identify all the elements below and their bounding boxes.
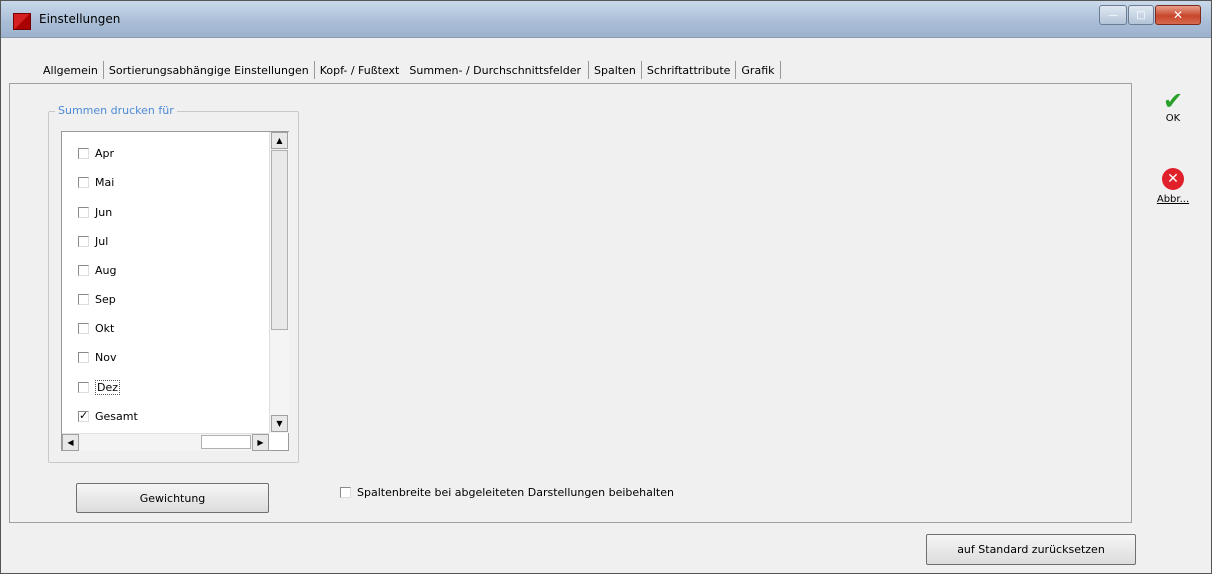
tab-strip: Allgemein Sortierungsabhängige Einstellu… — [39, 59, 782, 81]
item-checkbox[interactable] — [78, 206, 89, 218]
list-item[interactable]: Mai — [78, 174, 114, 190]
keep-column-width-checkbox[interactable] — [340, 487, 351, 498]
tab-divider — [313, 61, 315, 79]
item-label: Sep — [95, 292, 116, 306]
item-checkbox[interactable] — [78, 176, 89, 188]
tab-allgemein[interactable]: Allgemein — [39, 64, 102, 77]
keep-column-width-option[interactable]: Spaltenbreite bei abgeleiteten Darstellu… — [340, 486, 674, 499]
list-item[interactable]: Jun — [78, 204, 112, 220]
item-label: Apr — [95, 146, 115, 160]
item-label: Jun — [95, 205, 113, 219]
list-item[interactable]: Jul — [78, 233, 108, 249]
weighting-button[interactable]: Gewichtung — [76, 483, 269, 513]
item-checkbox[interactable] — [78, 381, 89, 393]
cancel-button[interactable]: ✕ Abbr... — [1151, 168, 1195, 205]
tab-grafik[interactable]: Grafik — [737, 64, 778, 77]
scroll-right-button[interactable]: ▶ — [252, 434, 269, 451]
list-item[interactable]: Sep — [78, 291, 116, 307]
tab-schriftattribute[interactable]: Schriftattribute — [643, 64, 735, 77]
tab-divider — [640, 61, 642, 79]
ok-button[interactable]: ✔ OK — [1151, 89, 1195, 124]
list-item[interactable]: Okt — [78, 320, 114, 336]
tab-summen-durchschnitt[interactable]: Summen- / Durchschnittsfelder — [403, 64, 587, 77]
tab-divider — [588, 61, 590, 79]
ok-label: OK — [1165, 113, 1181, 124]
checkmark-icon: ✔ — [1162, 87, 1184, 115]
item-checkbox[interactable] — [78, 147, 89, 159]
list-item[interactable]: Dez — [78, 379, 121, 395]
item-label: Dez — [95, 379, 121, 395]
scroll-up-button[interactable]: ▲ — [271, 132, 288, 149]
settings-window: Einstellungen — □ ✕ Allgemein Sortierung… — [0, 0, 1212, 574]
list-item[interactable]: Aug — [78, 262, 116, 278]
list-item[interactable]: Gesamt — [78, 408, 138, 424]
item-checkbox[interactable] — [78, 322, 89, 334]
window-title: Einstellungen — [39, 12, 121, 26]
arrow-up-icon: ▲ — [276, 136, 283, 145]
item-label: Aug — [95, 263, 117, 277]
hscroll-thumb[interactable] — [201, 435, 251, 449]
app-icon — [13, 13, 31, 30]
tab-divider — [102, 61, 104, 79]
tab-spalten[interactable]: Spalten — [590, 64, 640, 77]
horizontal-scrollbar[interactable]: ◀ ▶ — [62, 433, 269, 451]
close-button[interactable]: ✕ — [1155, 5, 1201, 25]
minimize-icon: — — [1108, 9, 1118, 21]
arrow-right-icon: ▶ — [257, 438, 264, 447]
item-checkbox[interactable] — [78, 351, 89, 363]
tab-sortierung[interactable]: Sortierungsabhängige Einstellungen — [105, 64, 313, 77]
list-item[interactable]: Nov — [78, 349, 116, 365]
reset-default-button[interactable]: auf Standard zurücksetzen — [926, 534, 1136, 565]
maximize-button[interactable]: □ — [1128, 5, 1154, 25]
window-controls: — □ ✕ — [1098, 5, 1201, 25]
tab-divider — [735, 61, 737, 79]
vertical-scrollbar[interactable]: ▲ ▼ — [269, 132, 289, 433]
scroll-left-button[interactable]: ◀ — [62, 434, 79, 451]
group-title: Summen drucken für — [55, 104, 177, 117]
item-label: Gesamt — [95, 409, 138, 423]
list-item[interactable]: Apr — [78, 145, 114, 161]
item-label: Okt — [95, 321, 115, 335]
item-label: Nov — [95, 350, 117, 364]
scroll-down-button[interactable]: ▼ — [271, 415, 288, 432]
close-icon: ✕ — [1172, 8, 1184, 22]
tab-divider — [779, 61, 781, 79]
scroll-thumb[interactable] — [271, 150, 288, 330]
cancel-label: Abbr... — [1156, 194, 1190, 205]
keep-column-width-label: Spaltenbreite bei abgeleiteten Darstellu… — [357, 486, 674, 499]
cancel-x-icon: ✕ — [1162, 168, 1184, 190]
title-bar[interactable]: Einstellungen — □ ✕ — [1, 1, 1211, 38]
item-checkbox[interactable] — [78, 264, 89, 276]
item-checkbox[interactable] — [78, 293, 89, 305]
tab-kopf-fusstext[interactable]: Kopf- / Fußtext — [316, 64, 404, 77]
item-checkbox[interactable] — [78, 235, 89, 247]
item-label: Jul — [95, 234, 109, 248]
item-label: Mai — [95, 175, 115, 189]
maximize-icon: □ — [1136, 9, 1146, 21]
minimize-button[interactable]: — — [1099, 5, 1127, 25]
item-checkbox[interactable] — [78, 409, 89, 422]
arrow-down-icon: ▼ — [276, 419, 283, 428]
arrow-left-icon: ◀ — [67, 438, 74, 447]
